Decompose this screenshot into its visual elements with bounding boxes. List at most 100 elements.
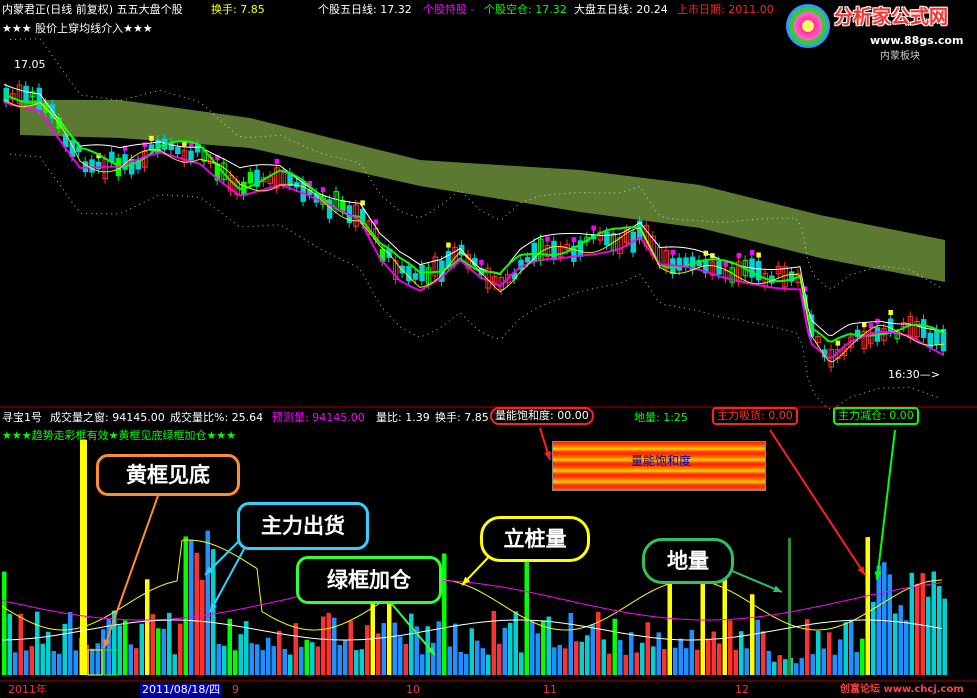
volume-bar — [678, 638, 683, 675]
volume-bar — [260, 650, 265, 675]
volume-bar — [40, 643, 45, 675]
volume-bar — [634, 652, 639, 675]
volume-bar — [865, 537, 870, 675]
volume-bar — [915, 583, 920, 675]
volume-bar — [271, 646, 276, 675]
volume-bar — [854, 652, 859, 675]
signal-dot — [446, 242, 451, 248]
volume-bar — [761, 631, 766, 675]
volume-bar — [557, 644, 562, 675]
volume-bar — [502, 627, 507, 675]
volume-bar — [480, 648, 485, 675]
volume-bar — [629, 632, 634, 675]
signal-dot — [545, 236, 550, 242]
volume-bar — [827, 632, 832, 675]
volume-bar — [579, 641, 584, 675]
price-label-top: 17.05 — [14, 58, 46, 71]
volume-bar — [2, 571, 7, 675]
volume-bar — [161, 628, 166, 675]
time-label: 16:30—> — [888, 368, 940, 381]
lower-signal-line: ★★★趋势走彩框有效★黄框见底绿框加仓★★★ — [2, 429, 237, 442]
logo-sub: 内蒙板块 — [880, 51, 920, 62]
volume-bar — [777, 655, 782, 675]
volume-bar — [733, 649, 738, 675]
volume-bar — [546, 616, 551, 675]
volume-bar — [904, 620, 909, 675]
volume-bar — [238, 634, 243, 675]
candle-body — [676, 257, 683, 271]
index-ma5-readout: 大盘五日线: 20.24 — [574, 3, 668, 16]
volume-bar — [640, 642, 645, 675]
volume-bar — [860, 638, 865, 675]
volume-bar — [772, 661, 777, 675]
volume-bar — [469, 628, 474, 675]
volume-bar — [13, 652, 18, 675]
volume-bar — [57, 653, 62, 675]
chart-canvas[interactable] — [0, 0, 977, 698]
volume-bar — [123, 620, 128, 675]
volume-bar — [744, 648, 749, 675]
logo-url: www.88gs.com — [870, 34, 964, 47]
volume-bar — [871, 601, 876, 675]
volume-bar — [728, 620, 733, 675]
signal-dot — [479, 259, 484, 265]
volume-bar — [711, 631, 716, 675]
volume-bar — [365, 625, 370, 675]
forecast-readout: 预测量: 94145.00 — [272, 411, 365, 424]
ratio-readout: 量比: 1.39 — [376, 411, 430, 424]
trend-band-fill — [20, 100, 945, 282]
volume-bar — [898, 605, 903, 675]
volume-bar — [442, 553, 447, 675]
volume-bar — [849, 620, 854, 675]
signal-dot — [888, 310, 893, 316]
signal-dot — [736, 252, 742, 258]
volume-bar — [662, 649, 667, 675]
arrow-saturation-head — [544, 451, 551, 460]
main-reduce-readout: 主力减仓: 0.00 — [833, 407, 919, 425]
volume-bar — [464, 653, 469, 675]
volume-bar — [535, 633, 540, 675]
volume-bar — [227, 618, 232, 675]
volume-bar — [376, 633, 381, 675]
volume-bar — [816, 630, 821, 675]
volume-bar — [354, 650, 359, 675]
volume-bar — [799, 658, 804, 675]
signal-dot — [835, 340, 841, 346]
volume-bar — [838, 639, 843, 675]
stock-ma5-readout: 个股五日线: 17.32 — [318, 3, 412, 16]
volume-bar — [689, 629, 694, 675]
axis-month-9: 9 — [232, 683, 239, 696]
ground-volume-bar — [788, 538, 791, 675]
volume-bar — [348, 620, 353, 675]
axis-month-11: 11 — [543, 683, 557, 696]
volume-bar — [150, 614, 155, 675]
volume-bar — [568, 613, 573, 675]
volume-bar — [255, 644, 260, 675]
volume-bar — [843, 622, 848, 675]
volume-bar — [194, 552, 199, 675]
trend-band — [9, 38, 945, 411]
signal-dot — [868, 323, 874, 329]
volume-bar — [29, 646, 34, 675]
volume-bar — [739, 631, 744, 675]
volume-bar — [381, 623, 386, 675]
candle-body — [934, 329, 940, 346]
footer-brand: 创富论坛 www.chcj.com — [840, 684, 964, 695]
signal-dot — [320, 187, 326, 193]
volume-bar — [200, 579, 205, 675]
volume-ma-magenta — [1, 579, 943, 621]
volume-bar — [403, 643, 408, 675]
volume-bar — [821, 648, 826, 675]
volume-bar — [563, 648, 568, 675]
volume-bar — [453, 623, 458, 675]
volume-bar — [585, 635, 590, 675]
signal-dot — [756, 252, 761, 258]
candle-body — [247, 171, 254, 184]
axis-cursor-date: 2011/08/18/四 — [140, 683, 223, 697]
volume-bar — [266, 637, 271, 675]
volume-bar — [458, 652, 463, 675]
volume-bar — [35, 611, 40, 675]
volume-bar — [62, 623, 67, 675]
volume-bar — [590, 624, 595, 675]
volume-bar — [128, 644, 133, 675]
